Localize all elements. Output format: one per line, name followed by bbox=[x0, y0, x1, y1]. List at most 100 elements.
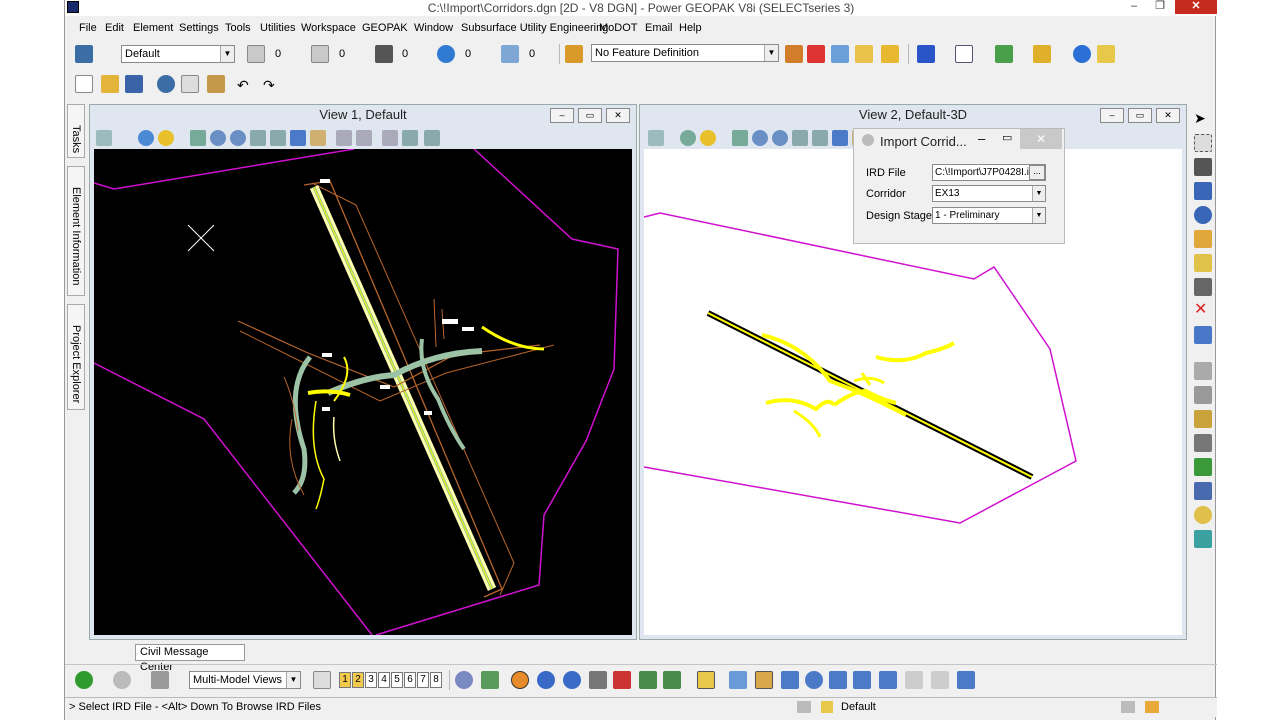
save-icon[interactable] bbox=[125, 75, 143, 93]
menu-file[interactable]: File bbox=[79, 22, 97, 34]
text-icon[interactable] bbox=[1194, 254, 1212, 272]
lighting-icon[interactable] bbox=[158, 130, 174, 146]
cogo-icon[interactable] bbox=[1194, 362, 1212, 380]
raster-icon[interactable] bbox=[995, 45, 1013, 63]
menu-geopak[interactable]: GEOPAK bbox=[362, 22, 408, 34]
snap-icon[interactable] bbox=[481, 671, 499, 689]
menu-email[interactable]: Email bbox=[645, 22, 673, 34]
redo-icon[interactable]: ↷ bbox=[263, 77, 281, 95]
dialog-minimize-button[interactable]: – bbox=[978, 131, 985, 146]
pan-view-icon[interactable] bbox=[310, 130, 326, 146]
view-previous-icon[interactable] bbox=[336, 130, 352, 146]
cell-icon[interactable] bbox=[1194, 230, 1212, 248]
center-snap-icon[interactable] bbox=[537, 671, 555, 689]
polygon-icon[interactable] bbox=[1194, 182, 1212, 200]
accudraw-icon[interactable] bbox=[455, 671, 473, 689]
feature-definition-combo[interactable]: No Feature Definition ▼ bbox=[591, 44, 779, 62]
transparency-value[interactable]: 0 bbox=[465, 48, 471, 60]
curve-icon[interactable] bbox=[1194, 434, 1212, 452]
dialog-close-button[interactable]: ✕ bbox=[1020, 129, 1062, 149]
line-style-icon[interactable] bbox=[311, 45, 329, 63]
fit-view-icon[interactable] bbox=[812, 130, 828, 146]
view-next-icon[interactable] bbox=[356, 130, 372, 146]
zoom-out-icon[interactable] bbox=[772, 130, 788, 146]
intersection-snap-icon[interactable] bbox=[563, 671, 581, 689]
display-style-icon[interactable] bbox=[680, 130, 696, 146]
cut-icon[interactable] bbox=[157, 75, 175, 93]
priority-icon[interactable] bbox=[501, 45, 519, 63]
fit-view-icon[interactable] bbox=[270, 130, 286, 146]
view-2-close[interactable]: ✕ bbox=[1156, 108, 1180, 123]
menu-modot[interactable]: MoDOT bbox=[599, 22, 638, 34]
alignment-icon[interactable] bbox=[1194, 386, 1212, 404]
lighting-icon[interactable] bbox=[700, 130, 716, 146]
view-button-2[interactable]: 2 bbox=[352, 672, 364, 688]
zoom-in-icon[interactable] bbox=[210, 130, 226, 146]
feature-icon[interactable] bbox=[565, 45, 583, 63]
minimize-button[interactable]: – bbox=[1121, 0, 1147, 14]
lock-icon[interactable] bbox=[821, 701, 833, 713]
view-1-canvas[interactable] bbox=[94, 149, 632, 635]
menu-subsurface[interactable]: Subsurface Utility Engineering bbox=[461, 22, 608, 34]
camera-icon[interactable] bbox=[424, 130, 440, 146]
tangent-snap-icon[interactable] bbox=[639, 671, 657, 689]
through-point-icon[interactable] bbox=[805, 671, 823, 689]
rotate-view-icon[interactable] bbox=[832, 130, 848, 146]
multi-model-views-combo[interactable]: Multi-Model Views ▼ bbox=[189, 671, 301, 689]
dialog-maximize-button[interactable]: ▭ bbox=[1002, 131, 1012, 144]
civil-message-center-tab[interactable]: Civil Message Center bbox=[135, 644, 245, 673]
measure-icon[interactable] bbox=[1194, 326, 1212, 344]
level-manager-icon[interactable] bbox=[75, 45, 93, 63]
update-view-icon[interactable] bbox=[190, 130, 206, 146]
menu-edit[interactable]: Edit bbox=[105, 22, 124, 34]
search-icon[interactable] bbox=[1097, 45, 1115, 63]
update-view-icon[interactable] bbox=[732, 130, 748, 146]
menu-window[interactable]: Window bbox=[414, 22, 453, 34]
vehicle-icon[interactable] bbox=[1194, 482, 1212, 500]
menu-utilities[interactable]: Utilities bbox=[260, 22, 295, 34]
maximize-button[interactable]: ❐ bbox=[1147, 0, 1173, 14]
parallel-snap-icon[interactable] bbox=[663, 671, 681, 689]
perpendicular-snap-icon[interactable] bbox=[613, 671, 631, 689]
chevron-down-icon[interactable]: ▼ bbox=[1032, 186, 1045, 201]
lock-icon[interactable] bbox=[881, 45, 899, 63]
close-button[interactable]: ✕ bbox=[1175, 0, 1217, 14]
menu-element[interactable]: Element bbox=[133, 22, 173, 34]
view-button-6[interactable]: 6 bbox=[404, 672, 416, 688]
references-icon[interactable] bbox=[955, 45, 973, 63]
undo-icon[interactable]: ↶ bbox=[237, 77, 255, 95]
corridor-select[interactable]: EX13 ▼ bbox=[932, 185, 1046, 202]
bisector-snap-icon[interactable] bbox=[755, 671, 773, 689]
color-icon[interactable] bbox=[247, 45, 265, 63]
forward-arrow-icon[interactable] bbox=[113, 671, 131, 689]
view-2-minimize[interactable]: – bbox=[1100, 108, 1124, 123]
chevron-down-icon[interactable]: ▼ bbox=[1032, 208, 1045, 223]
copy-icon[interactable] bbox=[181, 75, 199, 93]
view-button-4[interactable]: 4 bbox=[378, 672, 390, 688]
zoom-in-icon[interactable] bbox=[752, 130, 768, 146]
levels-icon[interactable] bbox=[1033, 45, 1051, 63]
view-button-5[interactable]: 5 bbox=[391, 672, 403, 688]
tab-element-information[interactable]: Element Information bbox=[67, 166, 85, 296]
color-value[interactable]: 0 bbox=[275, 48, 281, 60]
pen-icon[interactable] bbox=[855, 45, 873, 63]
grid-snap-icon[interactable] bbox=[697, 671, 715, 689]
window-area-icon[interactable] bbox=[792, 130, 808, 146]
view-button-3[interactable]: 3 bbox=[365, 672, 377, 688]
feature-tool-icon[interactable] bbox=[785, 45, 803, 63]
menu-settings[interactable]: Settings bbox=[179, 22, 219, 34]
info-icon[interactable] bbox=[1073, 45, 1091, 63]
zoom-out-icon[interactable] bbox=[230, 130, 246, 146]
midpoint-snap-icon[interactable] bbox=[589, 671, 607, 689]
view-attributes-icon[interactable] bbox=[96, 130, 112, 146]
view-button-8[interactable]: 8 bbox=[430, 672, 442, 688]
profile-icon[interactable] bbox=[831, 45, 849, 63]
snap-disabled-icon[interactable] bbox=[905, 671, 923, 689]
origin-snap-icon[interactable] bbox=[781, 671, 799, 689]
back-arrow-icon[interactable] bbox=[75, 671, 93, 689]
delete-icon[interactable]: ✕ bbox=[1194, 302, 1212, 320]
browse-button[interactable]: ... bbox=[1029, 165, 1045, 180]
select-arrow-icon[interactable]: ➤ bbox=[1194, 110, 1212, 128]
status-level[interactable]: Default bbox=[841, 701, 876, 713]
terrain-model-icon[interactable] bbox=[1194, 458, 1212, 476]
